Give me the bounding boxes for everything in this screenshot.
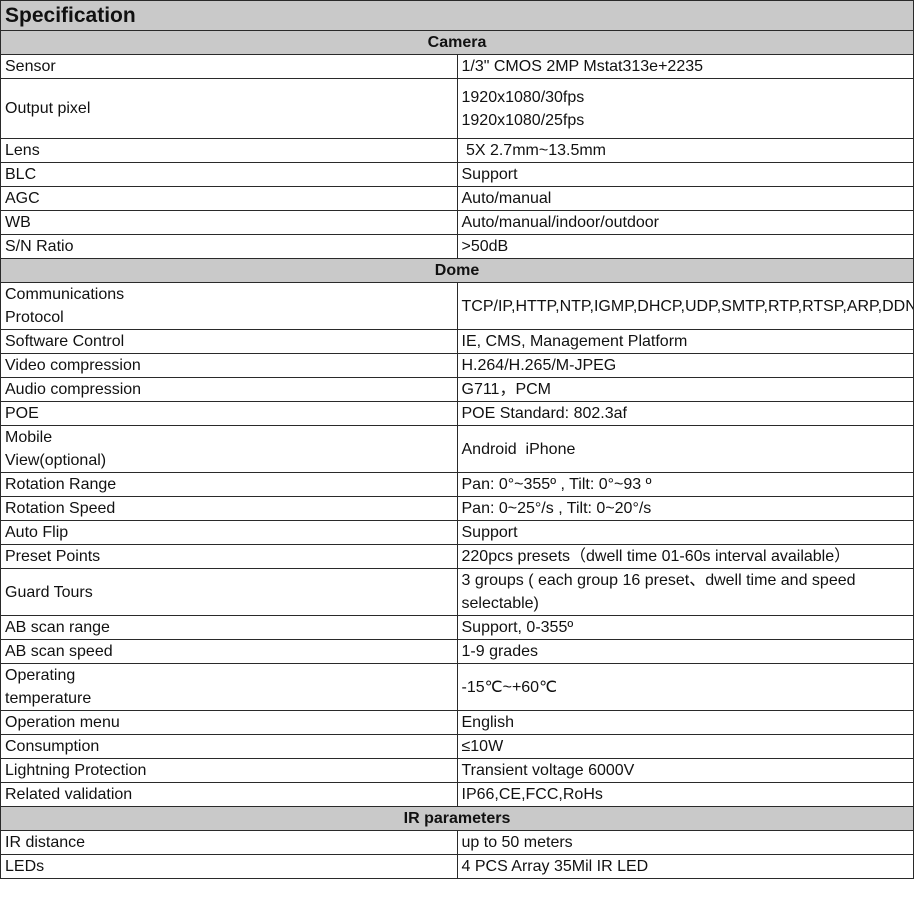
spec-value: Pan: 0~25°/s , Tilt: 0~20°/s (456, 496, 914, 521)
spec-value: 4 PCS Array 35Mil IR LED (456, 854, 914, 879)
section-header-dome: Dome (0, 258, 914, 283)
spec-label: Preset Points (0, 544, 458, 569)
table-row: AGC Auto/manual (0, 186, 914, 211)
table-row: Related validation IP66,CE,FCC,RoHs (0, 782, 914, 807)
table-row: BLC Support (0, 162, 914, 187)
spec-label: Operating temperature (0, 663, 458, 711)
spec-value: IE, CMS, Management Platform (456, 329, 914, 354)
table-row: Preset Points 220pcs presets（dwell time … (0, 544, 914, 569)
spec-label: WB (0, 210, 458, 235)
table-row: Consumption ≤10W (0, 734, 914, 759)
spec-value: POE Standard: 802.3af (456, 401, 914, 426)
spec-label: Sensor (0, 54, 458, 79)
table-row: Rotation Speed Pan: 0~25°/s , Tilt: 0~20… (0, 496, 914, 521)
table-row: AB scan speed 1-9 grades (0, 639, 914, 664)
spec-label: Rotation Speed (0, 496, 458, 521)
section-heading: Dome (0, 258, 914, 283)
table-row: Video compression H.264/H.265/M-JPEG (0, 353, 914, 378)
spec-value: TCP/IP,HTTP,NTP,IGMP,DHCP,UDP,SMTP,RTP,R… (456, 282, 914, 330)
spec-label: Guard Tours (0, 568, 458, 616)
table-row: S/N Ratio >50dB (0, 234, 914, 259)
table-row: Communications Protocol TCP/IP,HTTP,NTP,… (0, 282, 914, 330)
table-row: Sensor 1/3" CMOS 2MP Mstat313e+2235 (0, 54, 914, 79)
spec-label: Related validation (0, 782, 458, 807)
spec-label: Lightning Protection (0, 758, 458, 783)
spec-label: Audio compression (0, 377, 458, 402)
table-row: Lens 5X 2.7mm~13.5mm (0, 138, 914, 163)
spec-value: Android iPhone (456, 425, 914, 473)
table-row: POE POE Standard: 802.3af (0, 401, 914, 426)
spec-value: H.264/H.265/M-JPEG (456, 353, 914, 378)
spec-value-line: 1920x1080/25fps (461, 111, 585, 129)
spec-value: 1-9 grades (456, 639, 914, 664)
spec-label: Consumption (0, 734, 458, 759)
table-row: AB scan range Support, 0-355º (0, 615, 914, 640)
table-row: Mobile View(optional) Android iPhone (0, 425, 914, 473)
spec-value: 220pcs presets（dwell time 01-60s interva… (456, 544, 914, 569)
table-row: Lightning Protection Transient voltage 6… (0, 758, 914, 783)
section-heading: Camera (0, 30, 914, 55)
spec-value: IP66,CE,FCC,RoHs (456, 782, 914, 807)
table-row: Software Control IE, CMS, Management Pla… (0, 329, 914, 354)
spec-value: Auto/manual/indoor/outdoor (456, 210, 914, 235)
spec-label: Mobile View(optional) (0, 425, 458, 473)
spec-label: Software Control (0, 329, 458, 354)
spec-label: IR distance (0, 830, 458, 855)
spec-value: English (456, 710, 914, 735)
table-row: Audio compression G711，PCM (0, 377, 914, 402)
spec-label: Video compression (0, 353, 458, 378)
spec-value: -15℃~+60℃ (456, 663, 914, 711)
table-row: WB Auto/manual/indoor/outdoor (0, 210, 914, 235)
spec-value: 3 groups ( each group 16 preset、dwell ti… (456, 568, 914, 616)
spec-label: LEDs (0, 854, 458, 879)
spec-label-line: Operating (5, 667, 76, 684)
spec-value: Auto/manual (456, 186, 914, 211)
spec-value: Support (456, 520, 914, 545)
spec-value: ≤10W (456, 734, 914, 759)
spec-label: Output pixel (0, 78, 458, 139)
section-header-ir: IR parameters (0, 806, 914, 831)
spec-value: Pan: 0°~355º , Tilt: 0°~93 º (456, 472, 914, 497)
spec-label: AB scan speed (0, 639, 458, 664)
spec-value: up to 50 meters (456, 830, 914, 855)
table-row: Operation menu English (0, 710, 914, 735)
spec-label: AGC (0, 186, 458, 211)
spec-label: Lens (0, 138, 458, 163)
spec-label: AB scan range (0, 615, 458, 640)
section-heading: IR parameters (0, 806, 914, 831)
spec-value: 5X 2.7mm~13.5mm (456, 138, 914, 163)
spec-label-line: Mobile (5, 429, 53, 446)
spec-label-line: Communications (5, 286, 125, 303)
spec-label: POE (0, 401, 458, 426)
table-row: Auto Flip Support (0, 520, 914, 545)
spec-label-line: temperature (5, 690, 92, 707)
table-row: Output pixel 1920x1080/30fps 1920x1080/2… (0, 78, 914, 139)
table-row: LEDs 4 PCS Array 35Mil IR LED (0, 854, 914, 879)
spec-label: Communications Protocol (0, 282, 458, 330)
spec-label: BLC (0, 162, 458, 187)
table-row: Rotation Range Pan: 0°~355º , Tilt: 0°~9… (0, 472, 914, 497)
spec-value: G711，PCM (456, 377, 914, 402)
spec-label-line: View(optional) (5, 452, 107, 469)
spec-value: >50dB (456, 234, 914, 259)
spec-label: Rotation Range (0, 472, 458, 497)
spec-value: Transient voltage 6000V (456, 758, 914, 783)
spec-table: Specification Camera Sensor 1/3" CMOS 2M… (0, 0, 914, 879)
table-title: Specification (0, 0, 914, 31)
spec-value: Support (456, 162, 914, 187)
section-header-camera: Camera (0, 30, 914, 55)
spec-value-line: 1920x1080/30fps (461, 88, 585, 106)
spec-label: S/N Ratio (0, 234, 458, 259)
spec-value: 1/3" CMOS 2MP Mstat313e+2235 (456, 54, 914, 79)
spec-label: Operation menu (0, 710, 458, 735)
table-row: IR distance up to 50 meters (0, 830, 914, 855)
spec-label-line: Protocol (5, 309, 64, 326)
table-row: Operating temperature -15℃~+60℃ (0, 663, 914, 711)
spec-label: Auto Flip (0, 520, 458, 545)
title-row: Specification (0, 0, 914, 31)
spec-value: Support, 0-355º (456, 615, 914, 640)
table-row: Guard Tours 3 groups ( each group 16 pre… (0, 568, 914, 616)
spec-value: 1920x1080/30fps 1920x1080/25fps (456, 78, 914, 139)
